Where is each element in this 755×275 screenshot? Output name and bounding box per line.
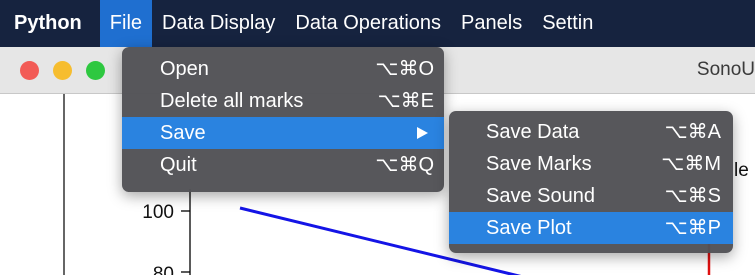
menu-item-shortcut: ⌥⌘E (377, 90, 434, 112)
menu-item-save-sound[interactable]: Save Sound ⌥⌘S (449, 180, 733, 212)
zoom-window-icon[interactable] (86, 61, 105, 80)
menu-item-quit[interactable]: Quit ⌥⌘Q (122, 149, 444, 181)
menu-item-save-plot[interactable]: Save Plot ⌥⌘P (449, 212, 733, 244)
minimize-window-icon[interactable] (53, 61, 72, 80)
save-submenu: Save Data ⌥⌘A Save Marks ⌥⌘M Save Sound … (449, 111, 733, 253)
menu-item-label: Quit (160, 154, 197, 176)
plot-title-fragment: le (734, 160, 749, 181)
menu-item-shortcut: ⌥⌘P (664, 217, 721, 239)
file-menu-dropdown: Open ⌥⌘O Delete all marks ⌥⌘E Save Quit … (122, 47, 444, 192)
menu-item-delete-all-marks[interactable]: Delete all marks ⌥⌘E (122, 85, 444, 117)
menu-app-python[interactable]: Python (0, 0, 100, 47)
menu-data-operations[interactable]: Data Operations (285, 0, 451, 47)
menu-item-label: Save Marks (486, 153, 592, 175)
menu-data-display[interactable]: Data Display (152, 0, 285, 47)
menu-settings[interactable]: Settin (532, 0, 603, 47)
menu-item-shortcut: ⌥⌘M (661, 153, 721, 175)
menu-item-open[interactable]: Open ⌥⌘O (122, 53, 444, 85)
close-window-icon[interactable] (20, 61, 39, 80)
menu-bar: Python File Data Display Data Operations… (0, 0, 755, 47)
submenu-arrow-icon (417, 127, 428, 139)
menu-item-label: Open (160, 58, 209, 80)
menu-item-save-data[interactable]: Save Data ⌥⌘A (449, 116, 733, 148)
menu-item-label: Save Sound (486, 185, 595, 207)
menu-item-save-marks[interactable]: Save Marks ⌥⌘M (449, 148, 733, 180)
menu-item-shortcut: ⌥⌘Q (375, 154, 434, 176)
y-tick-label-80: 80 (153, 264, 174, 275)
menu-item-shortcut: ⌥⌘O (375, 58, 434, 80)
menu-panels[interactable]: Panels (451, 0, 532, 47)
menu-item-label: Delete all marks (160, 90, 304, 112)
menu-item-shortcut: ⌥⌘A (664, 121, 721, 143)
menu-item-shortcut: ⌥⌘S (664, 185, 721, 207)
menu-item-label: Save Data (486, 121, 580, 143)
menu-item-label: Save Plot (486, 217, 572, 239)
y-tick-label-100: 100 (142, 202, 174, 223)
window-title: SonoU (696, 59, 755, 80)
menu-item-save[interactable]: Save (122, 117, 444, 149)
menu-file[interactable]: File (99, 0, 153, 47)
menu-item-label: Save (160, 122, 206, 144)
